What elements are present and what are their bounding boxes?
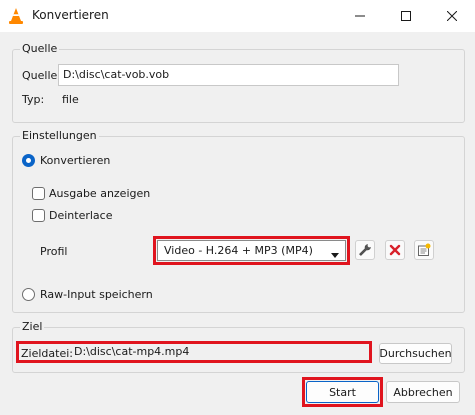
dropdown-arrow-icon — [331, 248, 339, 261]
convert-radio[interactable] — [22, 154, 35, 167]
maximize-button[interactable] — [383, 0, 429, 32]
show-output-label[interactable]: Ausgabe anzeigen — [49, 187, 150, 200]
minimize-button[interactable] — [337, 0, 383, 32]
wrench-icon — [359, 244, 371, 256]
show-output-checkbox[interactable] — [32, 187, 45, 200]
delete-profile-button[interactable] — [385, 240, 405, 260]
window-title: Konvertieren — [32, 8, 109, 22]
new-profile-button[interactable] — [414, 240, 434, 260]
target-file-label: Zieldatei: — [21, 347, 73, 360]
edit-profile-button[interactable] — [355, 240, 375, 260]
vlc-cone-icon — [8, 7, 24, 25]
red-x-icon — [389, 244, 401, 256]
profile-select-value: Video - H.264 + MP3 (MP4) — [164, 244, 313, 257]
deinterlace-label[interactable]: Deinterlace — [49, 209, 112, 222]
source-label: Quelle: — [22, 69, 61, 82]
source-legend: Quelle — [20, 42, 60, 55]
new-profile-icon — [418, 243, 431, 256]
source-group — [12, 49, 465, 123]
raw-input-label[interactable]: Raw-Input speichern — [40, 288, 153, 301]
profile-select[interactable]: Video - H.264 + MP3 (MP4) — [157, 240, 346, 261]
profile-label: Profil — [40, 245, 68, 258]
type-label: Typ: — [22, 93, 45, 106]
cancel-button[interactable]: Abbrechen — [386, 381, 460, 403]
raw-input-radio[interactable] — [22, 288, 35, 301]
deinterlace-checkbox[interactable] — [32, 209, 45, 222]
close-icon — [447, 11, 457, 21]
maximize-icon — [401, 11, 411, 21]
source-input[interactable]: D:\disc\cat-vob.vob — [58, 64, 399, 86]
close-button[interactable] — [429, 0, 475, 32]
settings-legend: Einstellungen — [20, 129, 99, 142]
convert-radio-label[interactable]: Konvertieren — [40, 154, 110, 167]
target-legend: Ziel — [20, 320, 45, 333]
target-file-input[interactable]: D:\disc\cat-mp4.mp4 — [70, 342, 370, 362]
minimize-icon — [355, 15, 365, 17]
title-bar: Konvertieren — [0, 0, 475, 32]
browse-button[interactable]: Durchsuchen — [379, 343, 452, 364]
type-value: file — [62, 93, 79, 106]
start-button[interactable]: Start — [306, 381, 379, 403]
